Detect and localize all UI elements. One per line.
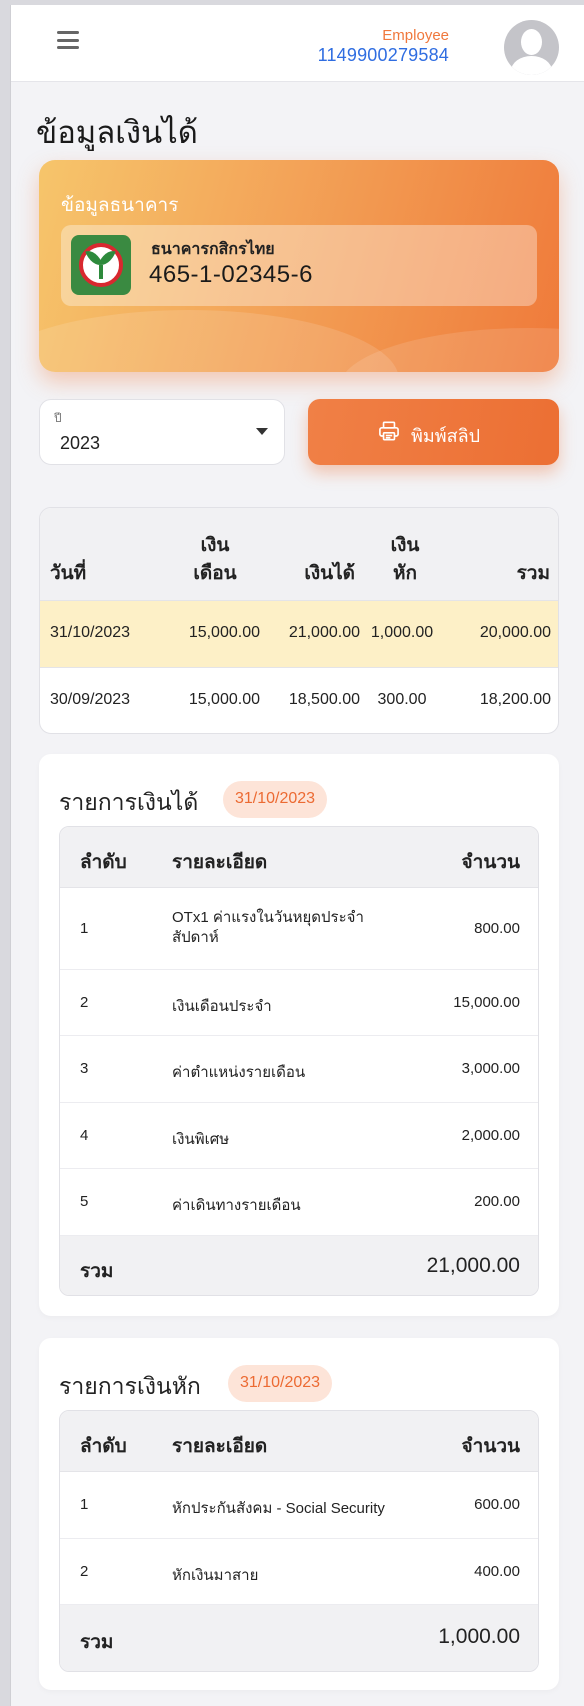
col-date: วันที่ <box>50 563 87 584</box>
deduction-items-table: ลำดับ รายละเอียด จำนวน 1 หักประกันสังคม … <box>59 1410 539 1672</box>
item-detail: ค่าเดินทางรายเดือน <box>172 1197 301 1214</box>
table-row: 2 หักเงินมาสาย 400.00 <box>60 1539 538 1605</box>
table-row[interactable]: 30/09/2023 15,000.00 18,500.00 300.00 18… <box>40 667 558 733</box>
deduction-total-row: รวม 1,000.00 <box>60 1605 538 1671</box>
col-no: ลำดับ <box>80 1436 127 1457</box>
total-value: 21,000.00 <box>426 1254 520 1277</box>
deduction-table-header: ลำดับ รายละเอียด จำนวน <box>60 1411 538 1472</box>
summary-table-header: วันที่ เงิน เดือน เงินได้ เงิน หัก รวม <box>40 508 558 601</box>
item-no: 2 <box>80 994 89 1011</box>
bank-info-card: ข้อมูลธนาคาร ธนาคารกสิกรไทย 465-1-02345-… <box>39 160 559 372</box>
item-no: 2 <box>80 1563 89 1580</box>
item-no: 1 <box>80 1496 89 1513</box>
deduction-date-badge: 31/10/2023 <box>228 1365 333 1402</box>
item-no: 1 <box>80 920 89 937</box>
item-amount: 200.00 <box>474 1193 520 1210</box>
col-salary-line2: เดือน <box>193 563 237 584</box>
year-select-value: 2023 <box>60 433 101 453</box>
item-amount: 800.00 <box>474 920 520 937</box>
col-deduct-line2: หัก <box>392 563 418 584</box>
total-label: รวม <box>80 1632 114 1653</box>
table-row: 1 หักประกันสังคม - Social Security 600.0… <box>60 1472 538 1539</box>
table-row[interactable]: 31/10/2023 15,000.00 21,000.00 1,000.00 … <box>40 601 558 667</box>
top-bar: Employee 1149900279584 <box>11 5 584 82</box>
user-silhouette-body <box>511 56 552 75</box>
item-detail: เงินเดือนประจำ <box>172 998 272 1015</box>
total-label: รวม <box>80 1261 114 1282</box>
col-salary-line1: เงิน <box>200 535 230 556</box>
col-detail: รายละเอียด <box>172 852 268 873</box>
row-salary: 15,000.00 <box>188 624 260 641</box>
printer-icon <box>379 421 399 441</box>
table-row: 4 เงินพิเศษ 2,000.00 <box>60 1103 538 1169</box>
year-select[interactable]: ปี 2023 <box>39 399 285 465</box>
row-total: 18,200.00 <box>479 691 551 708</box>
card-wave-decoration <box>39 310 399 372</box>
bank-name: ธนาคารกสิกรไทย <box>151 241 275 258</box>
row-deduct: 300.00 <box>377 691 427 708</box>
income-date-badge: 31/10/2023 <box>223 781 328 818</box>
bank-card-title: ข้อมูลธนาคาร <box>61 195 179 216</box>
item-amount: 3,000.00 <box>461 1060 520 1077</box>
income-section-title: รายการเงินได้ <box>59 789 199 815</box>
item-amount: 2,000.00 <box>461 1127 520 1144</box>
item-detail: หักประกันสังคม - Social Security <box>172 1500 385 1517</box>
item-no: 4 <box>80 1127 89 1144</box>
salary-summary-table: วันที่ เงิน เดือน เงินได้ เงิน หัก รวม 3… <box>39 507 559 734</box>
col-detail: รายละเอียด <box>172 1436 268 1457</box>
item-detail: ค่าตำแหน่งรายเดือน <box>172 1064 306 1081</box>
col-no: ลำดับ <box>80 852 127 873</box>
row-salary: 15,000.00 <box>188 691 260 708</box>
bank-account-panel: ธนาคารกสิกรไทย 465-1-02345-6 <box>61 225 537 306</box>
row-income: 21,000.00 <box>288 624 360 641</box>
page-title: ข้อมูลเงินได้ <box>36 115 198 150</box>
income-items-table: ลำดับ รายละเอียด จำนวน 1 OTx1 ค่าแรงในวั… <box>59 826 539 1296</box>
year-select-label: ปี <box>54 411 62 425</box>
item-amount: 15,000.00 <box>453 994 520 1011</box>
row-date: 30/09/2023 <box>50 691 131 708</box>
table-row: 2 เงินเดือนประจำ 15,000.00 <box>60 970 538 1036</box>
chevron-down-icon <box>256 428 268 435</box>
table-row: 3 ค่าตำแหน่งรายเดือน 3,000.00 <box>60 1036 538 1103</box>
col-income: เงินได้ <box>304 563 355 584</box>
row-total: 20,000.00 <box>479 624 551 641</box>
income-items-card: รายการเงินได้ 31/10/2023 ลำดับ รายละเอีย… <box>39 754 559 1316</box>
item-no: 3 <box>80 1060 89 1077</box>
kasikorn-bank-logo-icon <box>71 235 131 295</box>
row-deduct: 1,000.00 <box>370 624 434 641</box>
hamburger-menu-icon[interactable] <box>57 31 79 49</box>
col-amount: จำนวน <box>461 852 520 873</box>
account-number: 465-1-02345-6 <box>149 261 313 288</box>
item-amount: 400.00 <box>474 1563 520 1580</box>
row-date: 31/10/2023 <box>50 624 131 641</box>
user-silhouette-icon <box>521 29 542 55</box>
col-amount: จำนวน <box>461 1436 520 1457</box>
item-detail: เงินพิเศษ <box>172 1131 230 1148</box>
avatar[interactable] <box>504 20 559 75</box>
income-table-header: ลำดับ รายละเอียด จำนวน <box>60 827 538 888</box>
row-income: 18,500.00 <box>288 691 360 708</box>
print-slip-button[interactable]: พิมพ์สลิป <box>308 399 559 465</box>
item-amount: 600.00 <box>474 1496 520 1513</box>
col-total: รวม <box>516 563 550 584</box>
table-row: 1 OTx1 ค่าแรงในวันหยุดประจำสัปดาห์ 800.0… <box>60 888 538 970</box>
item-no: 5 <box>80 1193 89 1210</box>
income-total-row: รวม 21,000.00 <box>60 1236 538 1295</box>
item-detail: OTx1 ค่าแรงในวันหยุดประจำสัปดาห์ <box>172 909 364 946</box>
item-detail: หักเงินมาสาย <box>172 1567 259 1584</box>
col-deduct-line1: เงิน <box>390 535 420 556</box>
user-role: Employee <box>382 27 449 44</box>
print-slip-label: พิมพ์สลิป <box>411 426 481 446</box>
deduction-section-title: รายการเงินหัก <box>59 1373 201 1399</box>
deduction-items-card: รายการเงินหัก 31/10/2023 ลำดับ รายละเอีย… <box>39 1338 559 1690</box>
table-row: 5 ค่าเดินทางรายเดือน 200.00 <box>60 1169 538 1236</box>
app-frame: Employee 1149900279584 ข้อมูลเงินได้ ข้อ… <box>10 5 584 1706</box>
total-value: 1,000.00 <box>438 1625 520 1648</box>
employee-id: 1149900279584 <box>317 45 449 65</box>
